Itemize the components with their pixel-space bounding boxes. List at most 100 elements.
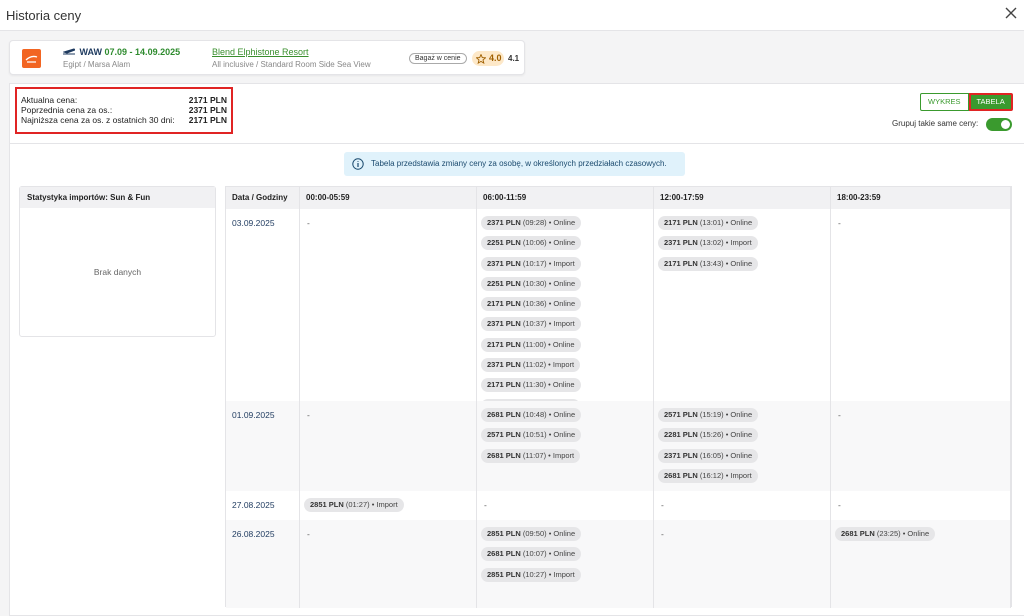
chip-price: 2171 PLN	[664, 258, 698, 268]
destination: Egipt / Marsa Alam	[63, 60, 131, 69]
chip-detail: (10:48) • Online	[522, 410, 576, 419]
table-header-0: Data / Godziny	[226, 187, 300, 209]
price-chip: 2371 PLN (13:02) • Import	[658, 236, 758, 251]
chip-detail: (16:12) • Import	[699, 470, 752, 480]
current-price-row: Aktualna cena: 2171 PLN	[21, 95, 227, 105]
price-chip: 2851 PLN (09:50) • Online	[481, 527, 582, 541]
empty-slot: -	[654, 491, 831, 520]
divider	[10, 143, 1024, 144]
chip-detail: (10:07) • Online	[522, 549, 576, 559]
offer-card: WAW 07.09 - 14.09.2025 Egipt / Marsa Ala…	[9, 40, 525, 75]
chip-detail: (13:01) • Online	[699, 218, 753, 227]
empty-slot: -	[477, 491, 654, 520]
price-slot: 2171 PLN (13:01) • Online 2371 PLN (13:02…	[654, 209, 831, 401]
group-prices-toggle[interactable]	[986, 118, 1012, 131]
price-chip: 2371 PLN (10:17) • Import	[481, 256, 581, 271]
chip-detail: (10:06) • Online	[522, 238, 576, 248]
summary-label: Poprzednia cena za os.:	[21, 105, 113, 115]
close-icon[interactable]	[1004, 6, 1018, 20]
row-date: 27.08.2025	[226, 491, 300, 520]
chip-price: 2681 PLN	[487, 410, 521, 419]
hotel-room: All inclusive / Standard Room Side Sea V…	[212, 60, 371, 69]
chip-detail: (10:27) • Import	[522, 569, 575, 579]
chip-detail: (10:17) • Import	[522, 258, 575, 268]
table-view-button[interactable]: TABELA	[968, 93, 1013, 111]
no-data-text: Brak danych	[93, 267, 142, 277]
chip-detail: (15:26) • Online	[699, 430, 753, 440]
chart-view-button[interactable]: WYKRES	[920, 93, 969, 111]
import-stats-title: Statystyka importów: Sun & Fun	[20, 187, 215, 208]
chip-price: 2681 PLN	[487, 450, 521, 460]
price-chip: 2171 PLN (11:00) • Online	[481, 337, 581, 352]
price-chip: 2571 PLN (15:19) • Online	[658, 408, 759, 422]
price-chip: 2371 PLN (11:02) • Import	[481, 358, 581, 373]
chip-detail: (01:27) • Import	[345, 500, 398, 509]
row-date: 03.09.2025	[226, 209, 300, 401]
star-icon	[476, 54, 486, 64]
price-slot: 2851 PLN (01:27) • Import	[300, 491, 477, 520]
empty-slot: -	[654, 520, 831, 608]
toggle-knob	[1001, 120, 1010, 129]
chip-price: 2571 PLN	[664, 410, 698, 419]
rating-secondary: 4.1	[508, 54, 520, 63]
price-slot: 2681 PLN (23:25) • Online	[831, 520, 1011, 608]
price-chip: 2681 PLN (10:07) • Online	[481, 547, 582, 562]
price-slot: 2681 PLN (10:48) • Online 2571 PLN (10:51…	[477, 401, 654, 491]
rating-badge: 4.0	[472, 51, 504, 66]
summary-label: Aktualna cena:	[21, 95, 78, 105]
table-row: 01.09.2025-2681 PLN (10:48) • Online 2571…	[226, 401, 1011, 491]
chip-detail: (16:05) • Online	[699, 450, 753, 460]
price-chip: 2171 PLN (10:36) • Online	[481, 297, 582, 312]
chip-price: 2171 PLN	[487, 299, 521, 309]
flight-origin: WAW	[79, 47, 103, 57]
info-text: Tabela przedstawia zmiany ceny za osobę,…	[371, 159, 667, 168]
price-chip: 2681 PLN (16:12) • Import	[658, 468, 758, 483]
chip-detail: (11:07) • Import	[522, 450, 575, 460]
flight-dates: 07.09 - 14.09.2025	[104, 47, 181, 57]
price-summary: Aktualna cena: 2171 PLN Poprzednia cena …	[15, 87, 233, 134]
table-row: 26.08.2025-2851 PLN (09:50) • Online 2681…	[226, 520, 1011, 608]
chip-detail: (09:50) • Online	[522, 529, 576, 538]
price-chip: 2171 PLN (11:30) • Online	[481, 378, 581, 393]
summary-value: 2171 PLN	[188, 95, 227, 105]
plane-icon	[63, 48, 75, 55]
chip-price: 2371 PLN	[487, 319, 521, 329]
table-header-2: 06:00-11:59	[477, 187, 654, 209]
chip-price: 2851 PLN	[487, 529, 521, 538]
price-chip: 2851 PLN (10:27) • Import	[481, 567, 581, 582]
empty-slot: -	[831, 401, 1011, 491]
flight-info: WAW 07.09 - 14.09.2025	[63, 47, 180, 57]
summary-label: Najniższa cena za os. z ostatnich 30 dni…	[21, 115, 175, 125]
price-chip: 2681 PLN (23:25) • Online	[835, 527, 936, 541]
chip-price: 2371 PLN	[487, 218, 521, 227]
price-slot: 2371 PLN (09:28) • Online 2251 PLN (10:06…	[477, 209, 654, 413]
chip-price: 2371 PLN	[487, 360, 521, 370]
chip-price: 2571 PLN	[487, 430, 521, 440]
price-chip: 2571 PLN (10:51) • Online	[481, 428, 582, 443]
group-prices-label: Grupuj takie same ceny:	[892, 119, 979, 128]
chip-price: 2851 PLN	[487, 569, 521, 579]
price-chip: 2171 PLN (13:01) • Online	[658, 216, 759, 230]
summary-value: 2371 PLN	[188, 105, 227, 115]
empty-slot: -	[831, 209, 1011, 401]
price-slot: 2851 PLN (09:50) • Online 2681 PLN (10:07…	[477, 520, 654, 608]
summary-value: 2171 PLN	[188, 115, 227, 125]
hotel-link[interactable]: Blend Elphistone Resort	[212, 47, 309, 57]
table-header-4: 18:00-23:59	[831, 187, 1011, 209]
chip-detail: (09:28) • Online	[522, 218, 576, 227]
chip-price: 2171 PLN	[487, 339, 521, 349]
price-chip: 2681 PLN (11:07) • Import	[481, 448, 581, 463]
table-header-3: 12:00-17:59	[654, 187, 831, 209]
empty-slot: -	[831, 491, 1011, 520]
table-row: 03.09.2025-2371 PLN (09:28) • Online 2251…	[226, 209, 1011, 413]
price-chip: 2281 PLN (15:26) • Online	[658, 428, 759, 443]
empty-slot: -	[300, 520, 477, 608]
price-chip: 2851 PLN (01:27) • Import	[304, 498, 404, 512]
price-chip: 2171 PLN (13:43) • Online	[658, 256, 759, 271]
chip-price: 2171 PLN	[664, 218, 698, 227]
luggage-badge: Bagaż w cenie	[409, 53, 467, 64]
chip-detail: (10:51) • Online	[522, 430, 576, 440]
empty-slot: -	[300, 209, 477, 401]
chip-detail: (13:43) • Online	[699, 258, 753, 268]
chip-price: 2371 PLN	[487, 258, 521, 268]
